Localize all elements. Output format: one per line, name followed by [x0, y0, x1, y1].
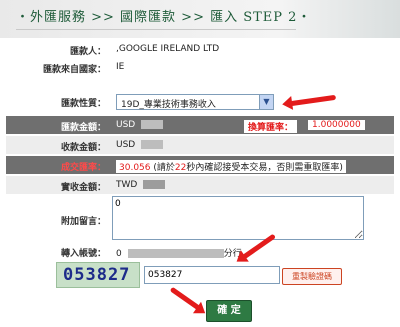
deal-rate-row: 成交匯率： 30.056 (請於22秒內確認接受本交易，否則需重取匯率) — [6, 156, 394, 174]
country-row: 匯款來自國家： IE — [6, 62, 394, 78]
captcha-image: 053827 — [56, 262, 140, 288]
received-value: USD — [116, 140, 164, 150]
countdown-seconds: 22 — [174, 163, 187, 173]
account-row: 轉入帳號： 0 分行 — [6, 244, 394, 260]
message-textarea[interactable]: 0 — [112, 196, 364, 240]
deal-rate-note-a: (請於 — [153, 163, 175, 173]
actual-value: TWD — [116, 180, 166, 190]
country-label: 匯款來自國家： — [42, 65, 106, 75]
masked-actual — [143, 180, 166, 189]
rate-label: 換算匯率： — [244, 120, 298, 133]
nature-selected-value: 19D_專業技術事務收入 — [121, 100, 216, 110]
account-label: 轉入帳號： — [60, 249, 106, 259]
amount-label: 匯款金額： — [60, 123, 106, 133]
message-label: 附加留言： — [60, 217, 106, 227]
deal-rate-label: 成交匯率： — [60, 163, 106, 173]
nature-row: 匯款性質： 19D_專業技術事務收入 ▼ — [6, 92, 394, 110]
amount-row: 匯款金額： USD 換算匯率： 1.0000000 — [6, 116, 394, 134]
actual-row: 實收金額： TWD — [6, 176, 394, 194]
captcha-input[interactable] — [144, 266, 280, 284]
account-prefix: 0 — [116, 249, 122, 259]
amount-value: USD — [116, 120, 164, 130]
nature-label: 匯款性質： — [60, 99, 106, 109]
deal-rate-note-b: 秒內確認接受本交易，否則需重取匯率) — [186, 163, 343, 173]
masked-amount — [141, 120, 164, 129]
received-label: 收款金額： — [60, 143, 106, 153]
actual-label: 實收金額： — [60, 183, 106, 193]
chevron-down-icon[interactable]: ▼ — [259, 95, 273, 109]
account-value: 0 分行 — [116, 246, 242, 259]
received-row: 收款金額： USD — [6, 136, 394, 154]
deal-rate-value: 30.056 (請於22秒內確認接受本交易，否則需重取匯率) — [116, 160, 346, 173]
page-title: ・外匯服務 >> 國際匯款 >> 匯入 STEP 2・ — [16, 10, 312, 25]
rate-value: 1.0000000 — [308, 120, 365, 130]
red-arrow-icon-3 — [169, 286, 201, 311]
nature-select[interactable]: 19D_專業技術事務收入 ▼ — [116, 94, 274, 110]
remitter-row: 匯款人： ,GOOGLE IRELAND LTD — [6, 44, 394, 60]
header-divider — [16, 29, 296, 30]
masked-account — [127, 249, 224, 258]
deal-rate-number: 30.056 — [119, 163, 151, 173]
remitter-label: 匯款人： — [69, 47, 106, 57]
masked-received — [141, 140, 164, 149]
captcha-text: 053827 — [63, 265, 131, 285]
refresh-captcha-button[interactable]: 重製驗證碼 — [282, 268, 342, 285]
page-header: ・外匯服務 >> 國際匯款 >> 匯入 STEP 2・ — [0, 0, 400, 38]
country-value: IE — [116, 62, 125, 72]
confirm-button[interactable]: 確 定 — [206, 300, 252, 322]
remitter-value: ,GOOGLE IRELAND LTD — [116, 44, 220, 54]
